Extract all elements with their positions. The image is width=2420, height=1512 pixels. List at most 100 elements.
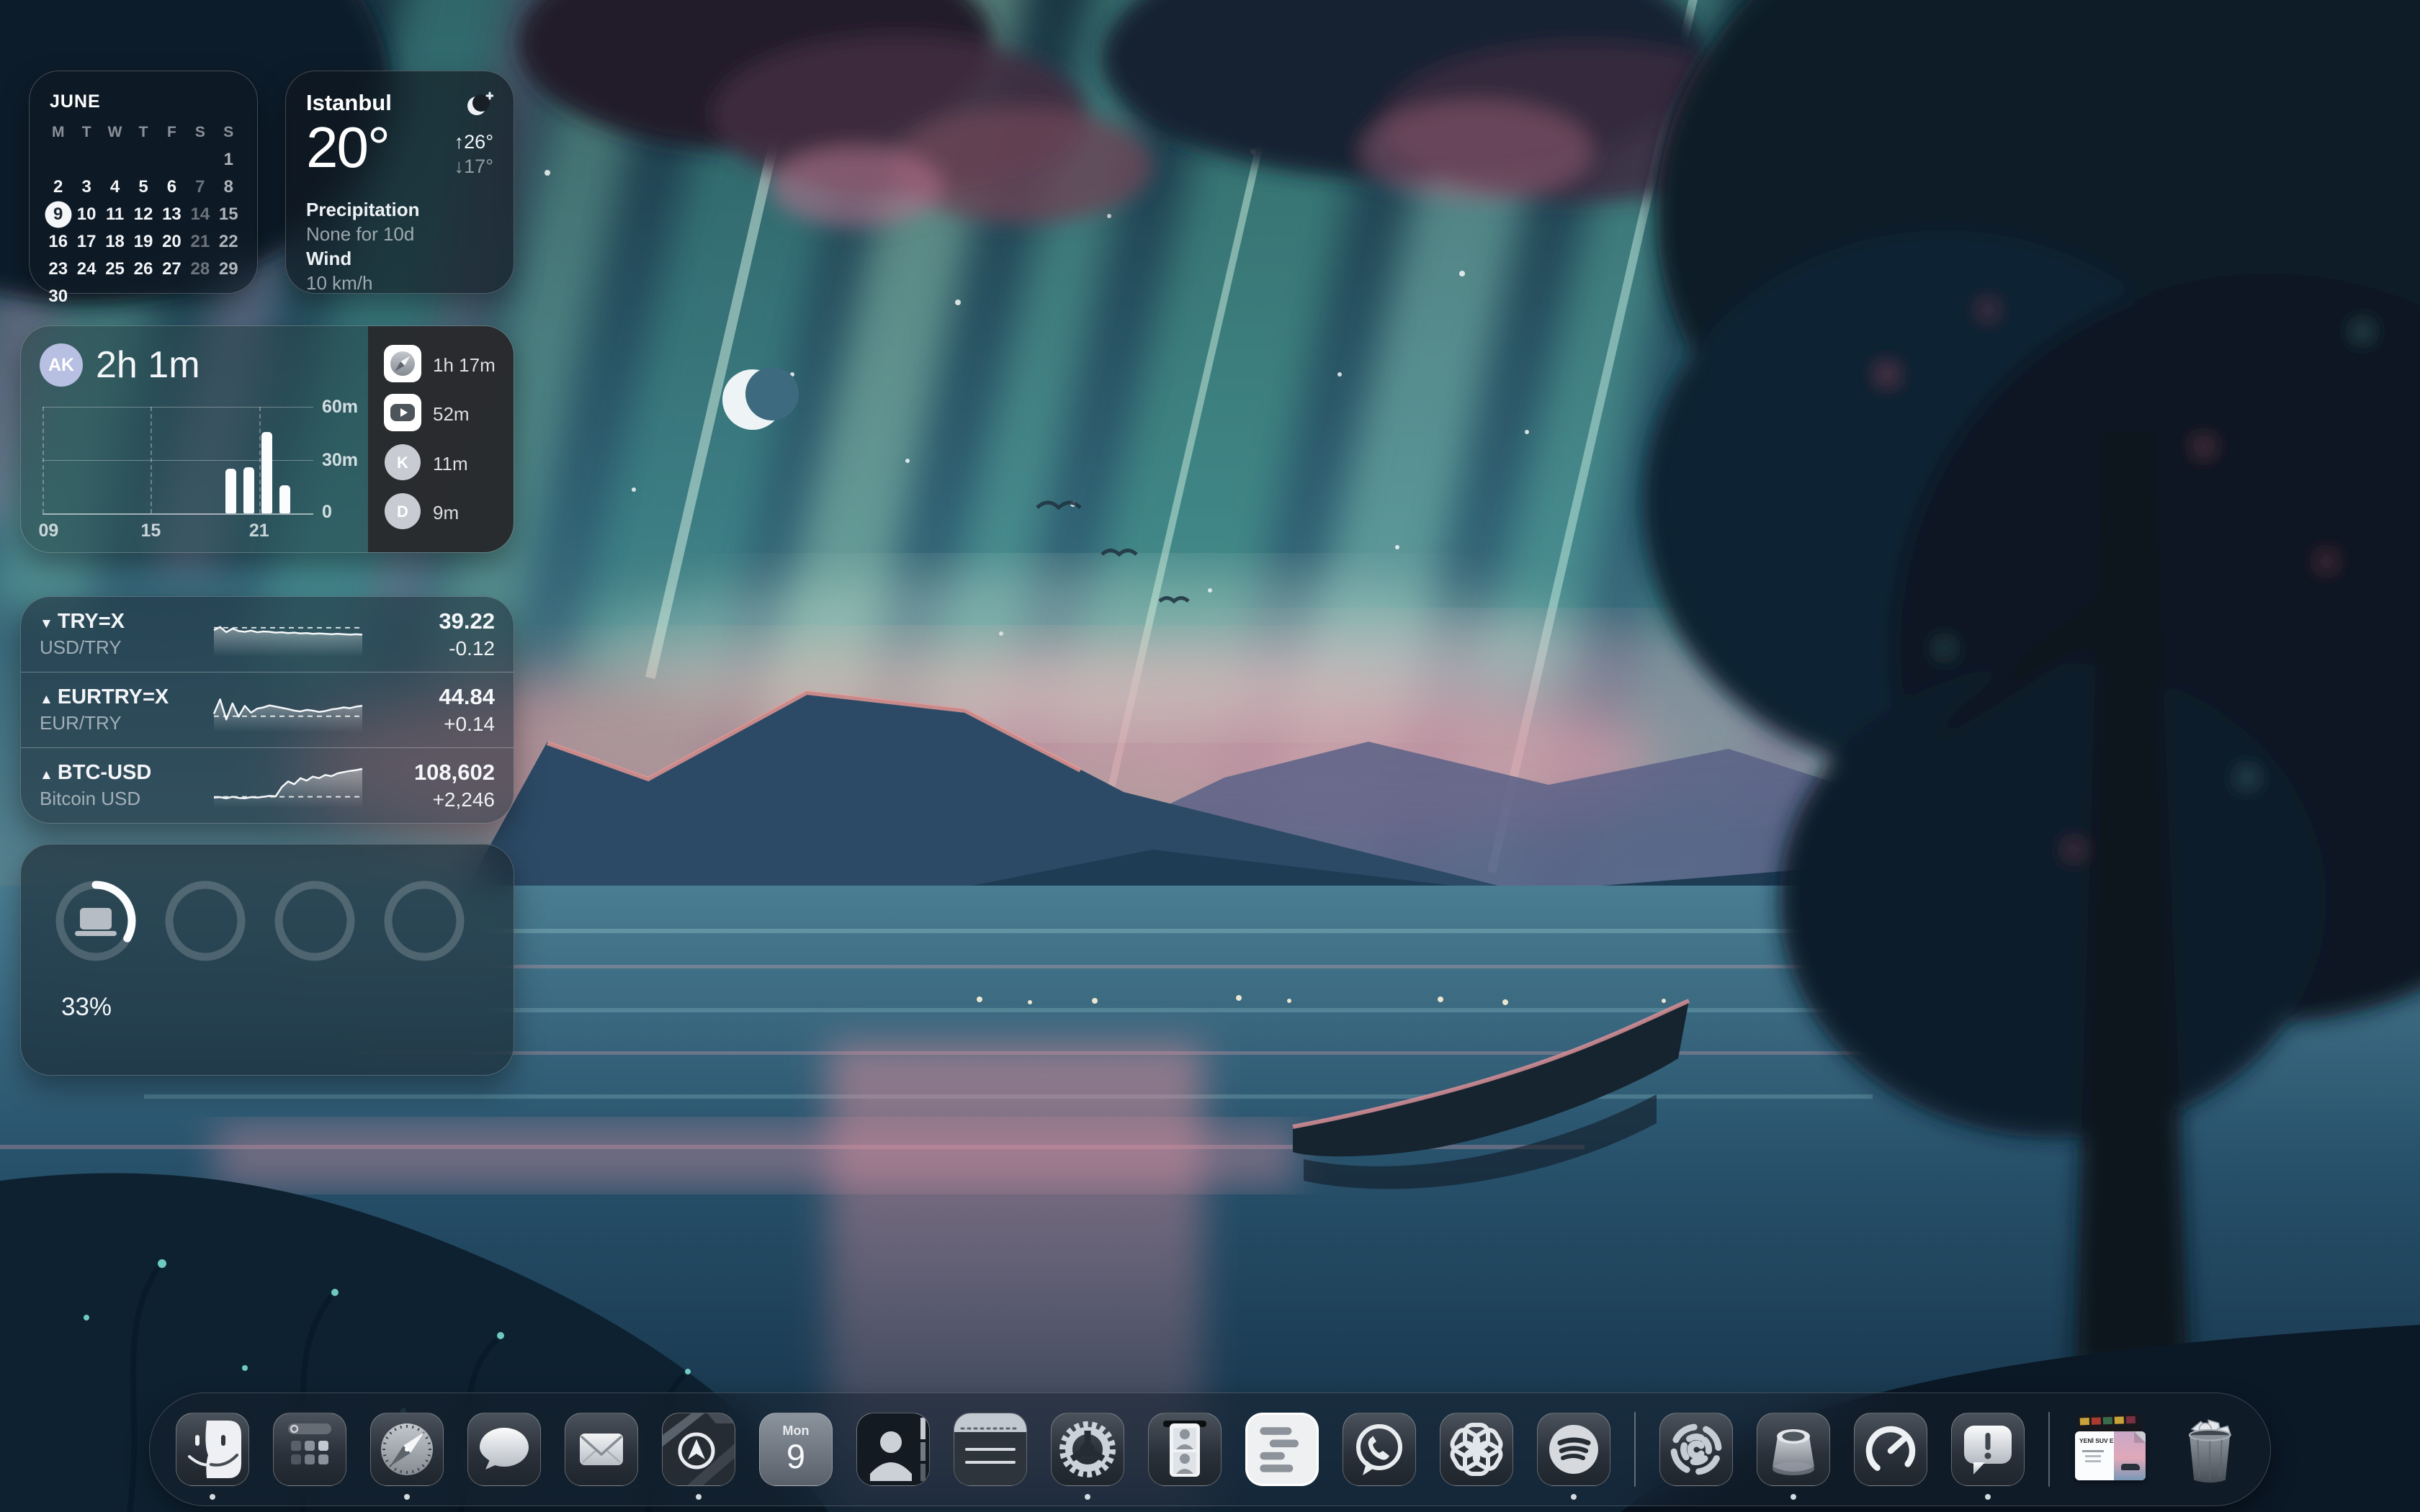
dock-item-calendar[interactable]: Mon 9	[759, 1413, 833, 1486]
calendar-day: 11	[105, 204, 125, 224]
maps-icon	[662, 1413, 735, 1486]
calendar-day-header: S	[223, 124, 234, 140]
dock-item-alert-bubble[interactable]	[1951, 1413, 2025, 1500]
calendar-grid: M T W T F S S 1 2 3 4 5 6 7 8 9 10 11 12 13 14 15 16 17 18 19 20 21…	[44, 120, 243, 310]
calendar-day	[158, 283, 186, 310]
stock-row-EURTRY=X[interactable]: ▲ EURTRY=X EUR/TRY 44.84 +0.14	[21, 672, 514, 747]
dock: Mon 9 YENİ SUV E-2008	[149, 1392, 2271, 1506]
screen-time-app-row[interactable]: 1h 17m	[368, 344, 514, 386]
dock-item-whatsapp[interactable]	[1343, 1413, 1416, 1486]
stock-sparkline	[213, 768, 363, 808]
screen-time-bar	[243, 467, 254, 513]
dock-item-chatgpt[interactable]	[1440, 1413, 1513, 1486]
screen-time-app-row[interactable]: K 11m	[368, 444, 514, 485]
running-indicator-dot	[210, 1494, 215, 1500]
dock-item-trash[interactable]	[2171, 1413, 2244, 1486]
calendar-day: 15	[218, 204, 238, 224]
dock-item-finder[interactable]	[176, 1413, 249, 1500]
dock-item-safari[interactable]	[370, 1413, 444, 1500]
calendar-widget[interactable]: JUNE M T W T F S S 1 2 3 4 5 6 7 8 9 10 11 12 13 14 15 16 17 18 1…	[29, 71, 258, 306]
calendar-day: 28	[190, 259, 210, 279]
weather-wind-value: 10 km/h	[306, 272, 373, 294]
dock-item-speedtest[interactable]	[1854, 1413, 1927, 1486]
dock-item-launchpad[interactable]	[273, 1413, 346, 1486]
screen-time-bar	[225, 469, 236, 513]
finder-icon	[176, 1413, 249, 1486]
screen-time-total: 2h 1m	[96, 344, 200, 386]
screen-time-x-tick: 15	[140, 521, 161, 541]
calendar-day: 30	[48, 287, 68, 306]
stock-sparkline	[213, 626, 363, 657]
calendar-day: 10	[76, 204, 97, 224]
launchpad-icon	[273, 1413, 346, 1486]
calendar-day: 4	[109, 177, 120, 197]
dock-item-spotify[interactable]	[1537, 1413, 1610, 1500]
calendar-day	[44, 146, 72, 173]
dock-item-contacts[interactable]	[856, 1413, 930, 1486]
calendar-day: 21	[190, 232, 210, 251]
battery-ring-empty	[165, 881, 246, 961]
clear-night-moon-icon	[463, 91, 494, 123]
dock-item-textapp[interactable]	[1245, 1413, 1319, 1486]
calendar-day: 3	[81, 177, 91, 197]
battery-widget[interactable]: 33%	[20, 844, 514, 1076]
downloads-icon: YENİ SUV E-2008	[2074, 1413, 2147, 1486]
screen-time-x-tick: 09	[38, 521, 59, 541]
letter-circle: K	[384, 444, 421, 485]
calendar-day	[129, 146, 157, 173]
stock-up-arrow-icon: ▲	[40, 768, 53, 783]
screen-time-bar-chart: 09 15 21 60m 30m 0	[38, 397, 358, 541]
chatgpt-icon	[1440, 1413, 1513, 1486]
calendar-day: 2	[53, 177, 63, 197]
weather-low: ↓17°	[454, 156, 493, 177]
screen-time-y-tick: 0	[322, 502, 332, 522]
dock-item-messages[interactable]	[467, 1413, 541, 1486]
calendar-day-header: S	[194, 124, 205, 140]
calendar-day: 22	[218, 232, 238, 251]
calendar-day: 24	[76, 259, 97, 279]
weather-wind-label: Wind	[306, 248, 352, 269]
stock-down-arrow-icon: ▼	[40, 616, 53, 631]
stocks-widget[interactable]: ▼ TRY=X USD/TRY 39.22 -0.12 ▲ EURTRY=X EUR…	[20, 596, 514, 824]
notes-icon	[954, 1413, 1027, 1486]
dock-item-mail[interactable]	[565, 1413, 638, 1486]
calendar-day: 7	[195, 177, 205, 197]
dock-item-notes[interactable]	[954, 1413, 1027, 1486]
battery-percentage: 33%	[61, 993, 112, 1021]
calendar-day: 13	[162, 204, 182, 224]
dock-separator	[2048, 1412, 2050, 1487]
calendar-day: 23	[48, 259, 68, 279]
stock-symbol: BTC-USD	[57, 761, 152, 784]
dock-item-photobooth[interactable]	[1148, 1413, 1222, 1486]
dock-item-maze-utility[interactable]	[1659, 1413, 1733, 1486]
screen-time-y-tick: 60m	[322, 397, 359, 417]
stock-row-BTC-USD[interactable]: ▲ BTC-USD Bitcoin USD 108,602 +2,246	[21, 747, 514, 823]
calendar-day: 16	[48, 232, 68, 251]
calendar-day-header: F	[167, 124, 176, 140]
dock-item-maps[interactable]	[662, 1413, 735, 1500]
calendar-day-header: T	[81, 124, 91, 140]
dock-item-downloads[interactable]: YENİ SUV E-2008	[2074, 1413, 2147, 1486]
screen-time-app-row[interactable]: 52m	[368, 394, 514, 435]
stock-price: 44.84	[439, 684, 495, 709]
calendar-day: 27	[162, 259, 182, 279]
running-indicator-dot	[1791, 1494, 1796, 1500]
messages-icon	[467, 1413, 541, 1486]
screen-time-app-row[interactable]: D 9m	[368, 492, 514, 534]
weather-widget[interactable]: Istanbul 20° ↑26° ↓17° Precipitation Non…	[285, 71, 514, 294]
stock-change: +2,246	[432, 788, 495, 811]
dock-item-loupe[interactable]	[1757, 1413, 1830, 1500]
calendar-day: 12	[133, 204, 153, 224]
dock-calendar-day-number: 9	[786, 1437, 806, 1475]
calendar-day: 14	[190, 204, 210, 224]
screen-time-widget[interactable]: AK 2h 1m 09 15 21 60m 30m 0 1h 17m 52m K 11…	[20, 325, 514, 553]
running-indicator-dot	[1985, 1494, 1991, 1500]
svg-text:D: D	[397, 503, 408, 521]
dock-item-settings[interactable]	[1051, 1413, 1124, 1500]
calendar-day: 1	[223, 150, 233, 169]
youtube-mini-icon	[384, 394, 421, 435]
stock-row-TRY=X[interactable]: ▼ TRY=X USD/TRY 39.22 -0.12	[21, 597, 514, 672]
weather-precip-value: None for 10d	[306, 223, 415, 245]
calendar-day: 18	[105, 232, 125, 251]
calendar-day	[186, 146, 214, 173]
